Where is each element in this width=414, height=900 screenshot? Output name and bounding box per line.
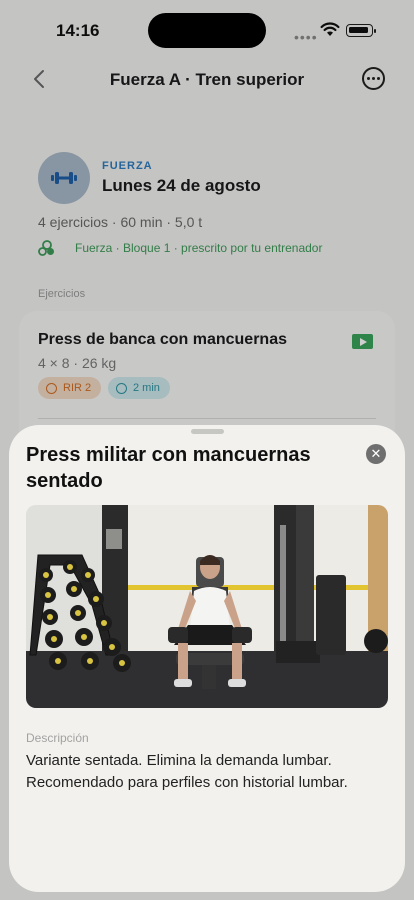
close-button[interactable]: ✕ (366, 444, 386, 464)
close-icon: ✕ (370, 446, 382, 461)
sheet-title: Press militar con mancuernas sentado (26, 444, 311, 492)
description-text: Variante sentada. Elimina la demanda lum… (26, 752, 348, 791)
exercise-video[interactable] (26, 505, 388, 708)
sheet-grabber[interactable] (191, 429, 224, 434)
description-label: Descripción (26, 731, 89, 745)
exercise-detail-sheet: Press militar con mancuernas sentado ✕ D… (9, 425, 405, 892)
exercise-video-frame (26, 505, 388, 708)
